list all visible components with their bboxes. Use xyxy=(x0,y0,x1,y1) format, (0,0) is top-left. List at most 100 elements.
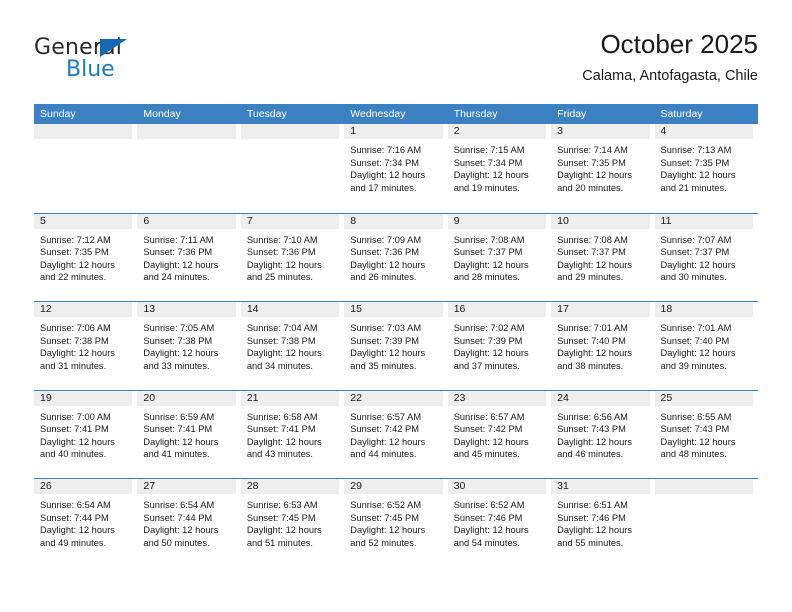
calendar-day-cell[interactable]: 10 Sunrise: 7:08 AM Sunset: 7:37 PM Dayligh… xyxy=(551,213,654,302)
day-detail-lines: Sunrise: 6:51 AM Sunset: 7:46 PM Daylight:… xyxy=(551,494,652,549)
day-detail-line: Sunrise: 7:04 AM xyxy=(246,323,318,333)
calendar-day-cell[interactable]: 23 Sunrise: 6:57 AM Sunset: 7:42 PM Dayligh… xyxy=(447,390,551,479)
day-detail-lines: Sunrise: 6:56 AM Sunset: 7:43 PM Daylight:… xyxy=(551,406,652,461)
day-detail-line: Daylight: 12 hours xyxy=(246,525,322,536)
location-subtitle: Calama, Antofagasta, Chile xyxy=(582,68,758,84)
calendar-day-cell[interactable]: 11 Sunrise: 7:07 AM Sunset: 7:37 PM Dayligh… xyxy=(654,213,758,302)
day-detail-line: Sunrise: 7:01 AM xyxy=(660,323,732,333)
day-detail-line: Sunrise: 7:07 AM xyxy=(660,234,732,245)
day-number-band: 3 xyxy=(551,124,650,139)
calendar-day-cell[interactable]: 7 Sunrise: 7:10 AM Sunset: 7:36 PM Daylight… xyxy=(240,213,344,302)
day-detail-lines xyxy=(655,494,756,499)
calendar-day-cell[interactable]: 12 Sunrise: 7:06 AM Sunset: 7:38 PM Dayligh… xyxy=(34,302,137,390)
day-detail-line: and 50 minutes. xyxy=(143,537,210,548)
calendar-day-cell[interactable]: 24 Sunrise: 6:56 AM Sunset: 7:43 PM Dayligh… xyxy=(551,390,654,479)
day-detail-line: Sunset: 7:40 PM xyxy=(660,335,730,346)
calendar-day-cell[interactable]: 13 Sunrise: 7:05 AM Sunset: 7:38 PM Dayligh… xyxy=(137,302,240,390)
day-number-band: 19 xyxy=(34,390,133,406)
day-number-band: 20 xyxy=(137,390,236,406)
day-detail-line: Sunrise: 7:15 AM xyxy=(453,145,525,155)
day-detail-line: Daylight: 12 hours xyxy=(350,525,426,536)
day-number: 15 xyxy=(350,303,362,315)
day-detail-lines: Sunrise: 6:59 AM Sunset: 7:41 PM Daylight:… xyxy=(137,406,238,461)
calendar-day-cell[interactable]: 21 Sunrise: 6:58 AM Sunset: 7:41 PM Dayligh… xyxy=(240,390,344,479)
calendar-day-cell[interactable]: 29 Sunrise: 6:52 AM Sunset: 7:45 PM Dayligh… xyxy=(344,479,447,567)
day-number: 6 xyxy=(143,214,150,227)
day-detail-line: Sunset: 7:46 PM xyxy=(557,512,626,523)
day-detail-line: Daylight: 12 hours xyxy=(453,170,529,181)
day-detail-line: Sunset: 7:36 PM xyxy=(246,247,316,258)
day-detail-line: Daylight: 12 hours xyxy=(350,348,426,359)
calendar-day-cell[interactable]: 14 Sunrise: 7:04 AM Sunset: 7:38 PM Dayligh… xyxy=(240,302,344,390)
calendar-day-cell[interactable]: 22 Sunrise: 6:57 AM Sunset: 7:42 PM Dayligh… xyxy=(344,390,447,479)
day-detail-line: Sunrise: 7:05 AM xyxy=(143,323,215,333)
calendar-day-cell[interactable]: 6 Sunrise: 7:11 AM Sunset: 7:36 PM Daylight… xyxy=(137,213,240,302)
calendar-day-cell[interactable]: 9 Sunrise: 7:08 AM Sunset: 7:37 PM Daylight… xyxy=(447,213,551,302)
calendar-day-cell[interactable]: 31 Sunrise: 6:51 AM Sunset: 7:46 PM Dayligh… xyxy=(551,479,654,567)
day-number: 1 xyxy=(350,125,357,137)
day-detail-line: Sunrise: 7:03 AM xyxy=(350,323,422,333)
day-detail-line: Sunset: 7:38 PM xyxy=(40,335,109,346)
calendar-day-cell[interactable]: 1 Sunrise: 7:16 AM Sunset: 7:34 PM Daylight… xyxy=(344,124,447,213)
general-blue-logo[interactable]: General Blue xyxy=(34,36,234,88)
day-number-band: 14 xyxy=(240,302,340,317)
day-detail-line: Sunset: 7:34 PM xyxy=(350,157,419,168)
day-detail-lines: Sunrise: 7:16 AM Sunset: 7:34 PM Daylight:… xyxy=(344,139,445,194)
day-detail-line: and 22 minutes. xyxy=(40,272,107,283)
calendar-day-cell[interactable]: 25 Sunrise: 6:55 AM Sunset: 7:43 PM Dayligh… xyxy=(654,390,758,479)
day-detail-line: Daylight: 12 hours xyxy=(557,436,633,447)
day-detail-line: Sunset: 7:46 PM xyxy=(453,512,523,523)
day-detail-line: Daylight: 12 hours xyxy=(453,259,529,270)
day-number: 28 xyxy=(246,480,259,492)
calendar-day-cell[interactable]: 19 Sunrise: 7:00 AM Sunset: 7:41 PM Dayligh… xyxy=(34,390,137,479)
day-number: 19 xyxy=(40,391,52,404)
day-number: 23 xyxy=(453,391,466,404)
calendar-day-cell[interactable]: 8 Sunrise: 7:09 AM Sunset: 7:36 PM Daylight… xyxy=(344,213,447,302)
day-detail-line: and 45 minutes. xyxy=(453,449,520,460)
day-number: 3 xyxy=(557,125,563,137)
day-detail-line: and 21 minutes. xyxy=(660,182,727,193)
day-detail-lines: Sunrise: 7:04 AM Sunset: 7:38 PM Daylight:… xyxy=(241,317,342,372)
day-number-band: 11 xyxy=(654,213,753,229)
calendar-week-row: 12 Sunrise: 7:06 AM Sunset: 7:38 PM Dayligh… xyxy=(34,301,758,390)
day-detail-line: Daylight: 12 hours xyxy=(40,348,115,359)
day-number-band: 17 xyxy=(551,302,650,317)
day-number-band: 25 xyxy=(654,390,753,406)
day-detail-lines xyxy=(34,139,135,144)
day-detail-line: Sunset: 7:44 PM xyxy=(143,512,213,523)
day-detail-line: Sunrise: 6:55 AM xyxy=(660,411,732,422)
day-detail-lines: Sunrise: 6:57 AM Sunset: 7:42 PM Daylight:… xyxy=(448,406,549,461)
calendar-day-cell[interactable]: 3 Sunrise: 7:14 AM Sunset: 7:35 PM Daylight… xyxy=(551,124,654,213)
day-detail-line: Sunrise: 7:12 AM xyxy=(40,234,111,245)
weekday-header-monday: Monday xyxy=(143,108,181,120)
day-number: 9 xyxy=(453,214,460,227)
day-detail-line: Daylight: 12 hours xyxy=(350,259,426,270)
day-detail-line: Sunrise: 6:58 AM xyxy=(246,411,318,422)
day-detail-line: Sunset: 7:45 PM xyxy=(350,512,419,523)
calendar-day-cell[interactable]: 30 Sunrise: 6:52 AM Sunset: 7:46 PM Dayligh… xyxy=(447,479,551,567)
day-detail-line: Sunset: 7:42 PM xyxy=(350,424,419,435)
day-detail-lines: Sunrise: 7:09 AM Sunset: 7:36 PM Daylight:… xyxy=(344,229,445,284)
calendar-body: 1 Sunrise: 7:16 AM Sunset: 7:34 PM Daylight… xyxy=(34,124,758,567)
calendar-day-cell[interactable]: 15 Sunrise: 7:03 AM Sunset: 7:39 PM Dayligh… xyxy=(344,302,447,390)
day-detail-line: and 29 minutes. xyxy=(557,272,624,283)
day-detail-lines: Sunrise: 7:01 AM Sunset: 7:40 PM Daylight:… xyxy=(551,317,652,372)
calendar-day-cell[interactable]: 4 Sunrise: 7:13 AM Sunset: 7:35 PM Daylight… xyxy=(654,124,758,213)
calendar-day-cell[interactable]: 26 Sunrise: 6:54 AM Sunset: 7:44 PM Dayligh… xyxy=(34,479,137,567)
calendar-day-cell[interactable]: 5 Sunrise: 7:12 AM Sunset: 7:35 PM Daylight… xyxy=(34,213,137,302)
calendar-day-cell[interactable]: 16 Sunrise: 7:02 AM Sunset: 7:39 PM Dayligh… xyxy=(447,302,551,390)
day-number-band: 30 xyxy=(447,479,547,494)
calendar-page: General Blue October 2025 Calama, Antofa… xyxy=(0,0,792,612)
day-detail-lines: Sunrise: 7:13 AM Sunset: 7:35 PM Daylight:… xyxy=(655,139,756,194)
calendar-day-cell[interactable]: 2 Sunrise: 7:15 AM Sunset: 7:34 PM Daylight… xyxy=(447,124,551,213)
day-detail-line: Daylight: 12 hours xyxy=(453,436,529,447)
calendar-day-cell[interactable]: 18 Sunrise: 7:01 AM Sunset: 7:40 PM Dayligh… xyxy=(654,302,758,390)
calendar-day-cell[interactable]: 28 Sunrise: 6:53 AM Sunset: 7:45 PM Dayligh… xyxy=(240,479,344,567)
calendar-day-cell[interactable]: 20 Sunrise: 6:59 AM Sunset: 7:41 PM Dayligh… xyxy=(137,390,240,479)
calendar-day-cell[interactable]: 27 Sunrise: 6:54 AM Sunset: 7:44 PM Dayligh… xyxy=(137,479,240,567)
day-number: 29 xyxy=(350,480,362,492)
day-detail-line: Sunrise: 7:16 AM xyxy=(350,145,422,155)
calendar-day-cell[interactable]: 17 Sunrise: 7:01 AM Sunset: 7:40 PM Dayligh… xyxy=(551,302,654,390)
day-detail-line: Sunset: 7:38 PM xyxy=(143,335,213,346)
day-detail-line: Sunrise: 7:02 AM xyxy=(453,323,525,333)
